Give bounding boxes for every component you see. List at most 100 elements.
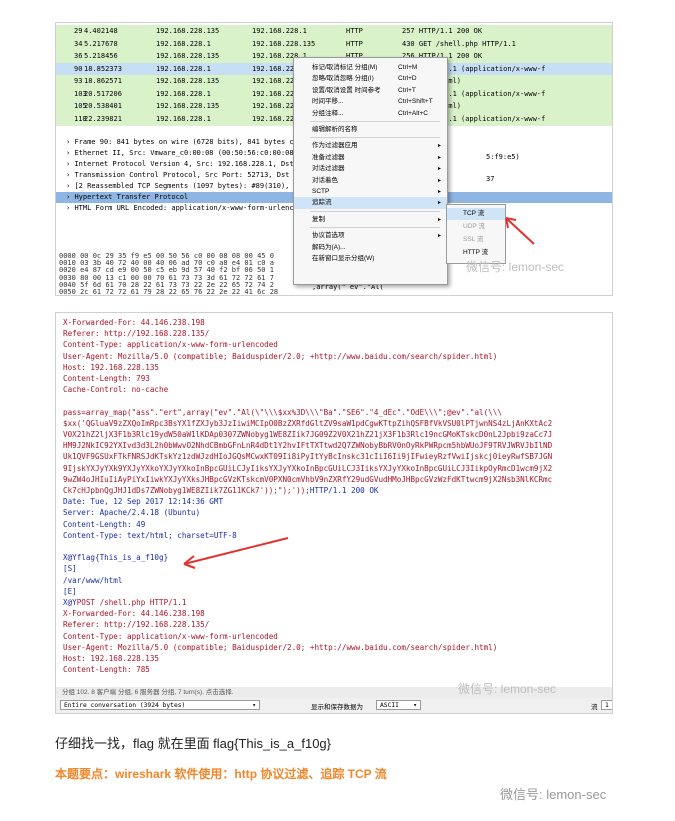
context-menu-item[interactable]: SCTP ▸	[294, 186, 447, 198]
submenu-item[interactable]: UDP 流	[447, 221, 505, 233]
packet-src: 192.168.228.1	[156, 64, 211, 73]
stream-line: 9wZW4oJHIuIiAyPiYxIiwkYXJyYXksJHBpcGVzKT…	[63, 474, 553, 484]
stream-line: X@YPOST /shell.php HTTP/1.1	[63, 597, 186, 608]
stream-number-value: 1	[605, 702, 609, 709]
stream-line: User-Agent: Mozilla/5.0 (compatible; Bai…	[63, 351, 498, 361]
packet-dst: 192.168.228.1	[252, 27, 307, 35]
submenu-arrow-icon: ▸	[437, 154, 441, 161]
context-menu-item[interactable]: 设置/取消设置 时间参考 Ctrl+T	[294, 85, 447, 97]
stream-number-input[interactable]: 1	[601, 700, 612, 710]
pointer-arrow-2	[183, 537, 289, 569]
context-menu-item[interactable]: 在新窗口显示分组(W)	[294, 253, 447, 265]
stream-line-request-part: POST /shell.php HTTP/1.1	[76, 598, 187, 607]
menu-item-shortcut: Ctrl+T	[398, 86, 416, 94]
menu-item-shortcut: Ctrl+M	[398, 64, 418, 71]
context-menu-item[interactable]: 对话着色 ▸	[294, 175, 447, 187]
stream-line: Host: 192.168.228.135	[63, 654, 160, 663]
stream-label: 流	[591, 704, 598, 711]
packet-time: 22.239821	[84, 114, 122, 123]
stream-line: Content-Length: 49	[63, 519, 146, 529]
menu-item-label: 复制	[312, 215, 325, 223]
submenu-arrow-icon: ▸	[437, 177, 441, 184]
stream-line-response-part: X@Y	[63, 598, 77, 607]
stream-line: Date: Tue, 12 Sep 2017 12:14:36 GMT	[63, 497, 224, 507]
context-menu-item[interactable]: 编辑解析的名称	[294, 124, 447, 136]
menu-item-label: 追踪流	[312, 199, 332, 207]
packet-dst: 192.168.22	[252, 114, 295, 123]
packet-no: 90	[74, 64, 83, 73]
packet-dst: 192.168.228.135	[252, 39, 316, 48]
stream-line: 9IjskYXJyYXk9YXJyYXkoYXJyYXkoInBpcGUiLCJ…	[63, 463, 553, 473]
packet-no: 36	[74, 52, 83, 60]
context-menu-item[interactable]: 对话过滤器 ▸	[294, 163, 447, 175]
packet-src: 192.168.228.1	[156, 89, 211, 98]
context-menu-item[interactable]: 标记/取消标记 分组(M) Ctrl+M	[294, 62, 447, 74]
stream-line: X-Forwarded-For: 44.146.238.198	[63, 609, 205, 619]
menu-item-label: 准备过滤器	[312, 153, 345, 161]
chevron-down-icon: ▾	[413, 702, 417, 709]
context-menu-item[interactable]: 追踪流 ▸	[294, 197, 447, 210]
follow-tcp-stream-window: X-Forwarded-For: 44.146.238.198 Referer: …	[55, 312, 613, 714]
stream-line: Content-Type: application/x-www-form-url…	[63, 631, 278, 641]
chevron-down-icon: ▾	[252, 702, 256, 709]
context-menu-item[interactable]: 准备过滤器 ▸	[294, 152, 447, 164]
submenu-arrow-icon: ▸	[437, 189, 441, 195]
menu-item-label: 对话过滤器	[312, 165, 345, 173]
details-overflow-1: 5:f9:e5)	[486, 153, 520, 161]
detail-text: Frame 90: 841 bytes on wire (6728 bits),…	[74, 138, 294, 146]
context-menu-item[interactable]: 解码为(A)...	[294, 242, 447, 254]
stream-line-response-part: HTTP/1.1 200 OK	[309, 486, 379, 495]
packet-no: 93	[74, 77, 83, 85]
menu-item-shortcut: Ctrl+Shift+T	[398, 98, 433, 106]
stream-line: Referer: http://192.168.228.135/	[63, 329, 210, 339]
context-menu-item[interactable]: 作为过滤器应用 ▸	[294, 140, 447, 152]
stream-line: Ck7cHJpbnQgJHJ1dDs7ZWNobyg1WE8ZIik7ZG11K…	[63, 485, 378, 496]
menu-separator	[310, 137, 440, 139]
submenu-item[interactable]: TCP 流	[447, 208, 505, 220]
packet-proto: HTTP	[346, 39, 363, 48]
context-menu-item[interactable]: 忽略/取消忽略 分组(I) Ctrl+D	[294, 73, 447, 85]
details-overflow-2: 37	[486, 175, 495, 183]
submenu-item[interactable]: SSL 流	[447, 234, 505, 246]
detail-text: HTML Form URL Encoded: application/x-www…	[74, 204, 294, 212]
context-menu-item[interactable]: 协议首选项 ▸	[294, 230, 447, 242]
watermark-3: 微信号: lemon-sec	[500, 787, 607, 802]
menu-item-label: 作为过滤器应用	[312, 142, 358, 150]
context-menu-item[interactable]: 时间平移... Ctrl+Shift+T	[294, 96, 447, 108]
packet-info: 430 GET /shell.php HTTP/1.1	[402, 39, 516, 48]
packet-dst: 192.168.22	[252, 77, 295, 85]
context-menu-item[interactable]: 分组注释... Ctrl+Alt+C	[294, 108, 447, 120]
stream-line: Host: 192.168.228.135	[63, 362, 160, 372]
packet-row[interactable]: 34 5.217678 192.168.228.1 192.168.228.135 HT…	[56, 37, 612, 51]
stream-line: Content-Length: 793	[63, 374, 150, 383]
context-menu: 标记/取消标记 分组(M) Ctrl+M 忽略/取消忽略 分组(I) Ctrl+D 设置…	[293, 57, 448, 285]
packet-no: 29	[74, 27, 83, 35]
conversation-select[interactable]: Entire conversation (3924 bytes) ▾	[60, 700, 260, 710]
packet-time: 18.862571	[84, 77, 122, 85]
menu-item-label: 分组注释...	[312, 109, 344, 117]
submenu-arrow-icon: ▸	[437, 233, 441, 240]
menu-separator	[310, 210, 440, 212]
stream-line: V0X21hZ2ljX3F1b3Rlc19ydW50aW1lKDAp0307ZW…	[63, 430, 553, 439]
context-menu-item[interactable]: 复制 ▸	[294, 214, 447, 226]
packet-dst: 192.168.22	[252, 64, 295, 73]
packet-time: 20.517206	[84, 89, 122, 98]
packet-info: 257 HTTP/1.1 200 OK	[402, 27, 483, 35]
stream-line: Referer: http://192.168.228.135/	[63, 620, 210, 630]
format-select[interactable]: ASCII ▾	[376, 700, 421, 710]
watermark-2: 微信号: lemon-sec	[458, 682, 557, 696]
menu-item-label: 对话着色	[312, 176, 338, 184]
submenu-arrow-icon: ▸	[437, 143, 441, 150]
stream-line: /var/www/html	[63, 575, 123, 585]
menu-item-label: 编辑解析的名称	[312, 126, 358, 133]
detail-text: Transmission Control Protocol, Src Port:…	[74, 171, 290, 179]
packet-row[interactable]: 29 4.402148 192.168.228.135 192.168.228.1 HT…	[56, 25, 612, 38]
menu-item-label: 标记/取消标记 分组(M)	[312, 64, 378, 71]
menu-item-label: 时间平移...	[312, 98, 344, 106]
packet-no: 34	[74, 39, 83, 48]
submenu-arrow-icon: ▸	[437, 200, 441, 207]
detail-text: [2 Reassembled TCP Segments (1097 bytes)…	[74, 182, 290, 190]
packet-src: 192.168.228.135	[156, 52, 220, 60]
menu-item-label: 设置/取消设置 时间参考	[312, 86, 381, 94]
watermark-1: 微信号: lemon-sec	[466, 260, 565, 274]
